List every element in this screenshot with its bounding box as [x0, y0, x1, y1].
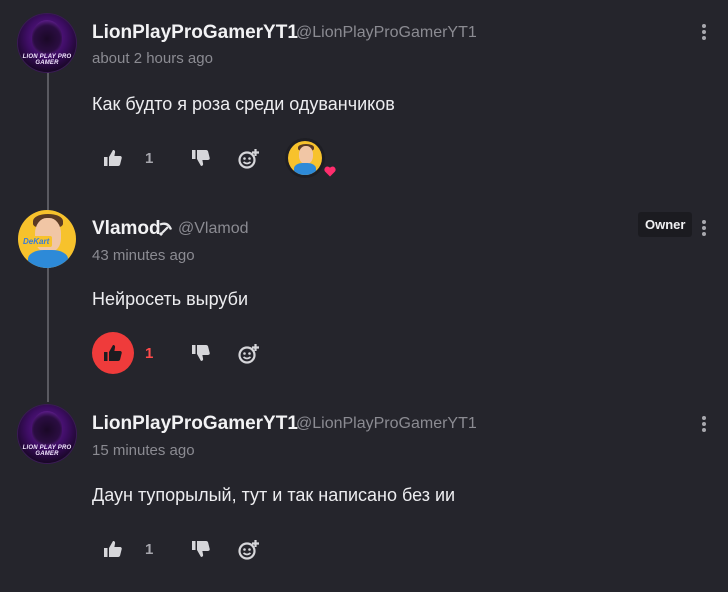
comment-text: Даун тупорылый, тут и так написано без и… [92, 485, 456, 505]
more-vertical-icon[interactable] [696, 414, 712, 434]
author-handle[interactable]: @Vlamod [178, 220, 249, 238]
author-name[interactable]: LionPlayProGamerYT1 [92, 22, 298, 44]
like-button[interactable] [92, 528, 134, 570]
thumbs-up-icon [104, 541, 122, 557]
more-vertical-icon[interactable] [696, 218, 712, 238]
like-button[interactable] [92, 137, 134, 179]
dislike-button[interactable] [180, 332, 222, 374]
author-avatar[interactable]: DeKart [18, 210, 76, 268]
thumbs-down-icon [192, 150, 210, 166]
dislike-button[interactable] [180, 528, 222, 570]
thumbs-down-icon [192, 541, 210, 557]
author-handle[interactable]: @LionPlayProGamerYT1 [296, 24, 477, 42]
more-vertical-icon[interactable] [696, 22, 712, 42]
owner-badge: Owner [638, 212, 693, 237]
like-count: 1 [145, 345, 154, 362]
like-count: 1 [145, 541, 154, 558]
like-count: 1 [145, 150, 154, 167]
avatar-brand-text: DeKart [20, 236, 53, 247]
add-reaction-icon [238, 540, 259, 560]
thumbs-up-icon [104, 150, 122, 166]
comment-text: Нейросеть выруби [92, 289, 248, 309]
lion-avatar-icon [32, 20, 62, 54]
add-reaction-button[interactable] [227, 332, 269, 374]
lion-avatar-icon [32, 411, 62, 445]
comment-text: Как будто я роза среди одуванчиков [92, 94, 395, 114]
author-handle[interactable]: @LionPlayProGamerYT1 [296, 415, 477, 433]
add-reaction-button[interactable] [227, 137, 269, 179]
hammer-sickle-icon [158, 222, 173, 237]
creator-heart-avatar [288, 141, 322, 175]
author-name[interactable]: LionPlayProGamerYT1 [92, 413, 298, 435]
add-reaction-icon [238, 149, 259, 169]
avatar-brand-text: LION PLAY PRO GAMER [22, 54, 72, 66]
comment-timestamp[interactable]: 43 minutes ago [92, 247, 195, 264]
comment-timestamp[interactable]: 15 minutes ago [92, 442, 195, 459]
thumbs-up-icon [104, 345, 122, 361]
thumbs-down-icon [192, 345, 210, 361]
add-reaction-button[interactable] [227, 528, 269, 570]
like-button[interactable] [92, 332, 134, 374]
add-reaction-icon [238, 344, 259, 364]
dislike-button[interactable] [180, 137, 222, 179]
author-avatar[interactable]: LION PLAY PRO GAMER [18, 405, 76, 463]
heart-icon [324, 166, 336, 177]
comment-timestamp[interactable]: about 2 hours ago [92, 50, 213, 67]
author-avatar[interactable]: LION PLAY PRO GAMER [18, 14, 76, 72]
avatar-brand-text: LION PLAY PRO GAMER [22, 445, 72, 457]
author-name[interactable]: Vlamod [92, 218, 161, 240]
